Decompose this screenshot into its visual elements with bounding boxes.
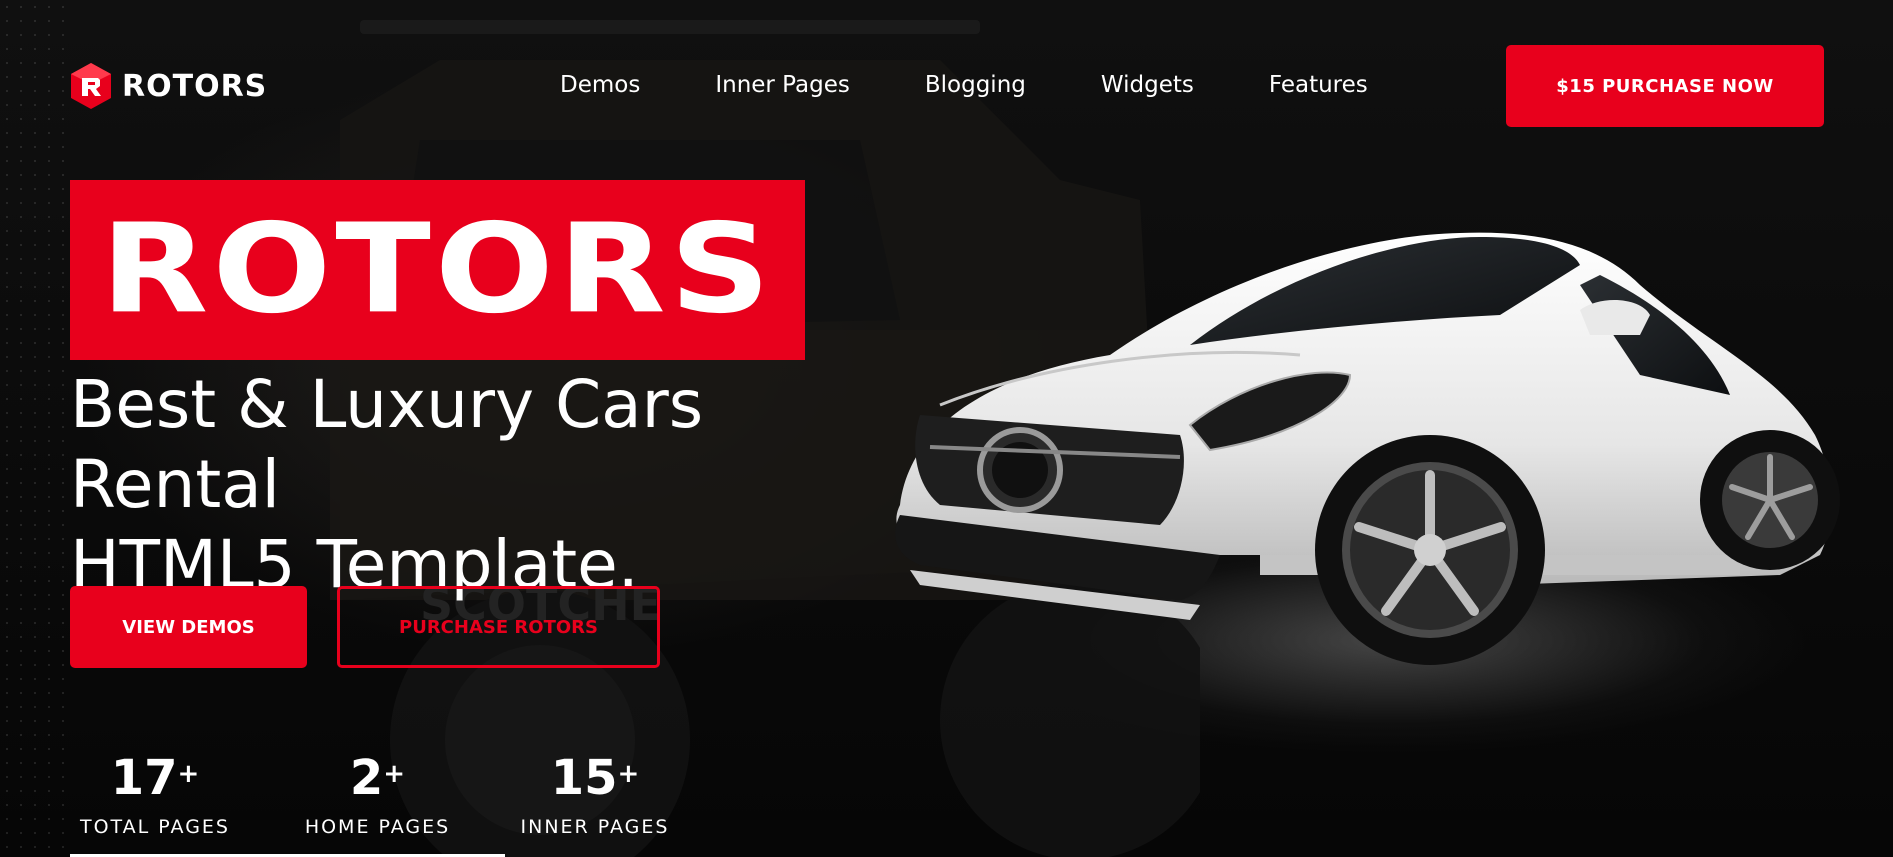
hero-car-image [895, 232, 1840, 665]
purchase-rotors-button[interactable]: PURCHASE ROTORS [337, 586, 660, 668]
site-logo[interactable]: ROTORS [70, 62, 267, 110]
nav-item-blogging[interactable]: Blogging [925, 72, 1026, 98]
main-nav: Demos Inner Pages Blogging Widgets Featu… [560, 72, 1368, 98]
stat-plus: + [617, 759, 640, 789]
stats-row: 17+ TOTAL PAGES 2+ HOME PAGES 15+ INNER … [70, 752, 735, 838]
nav-item-features[interactable]: Features [1269, 72, 1368, 98]
hero-title-box: ROTORS [70, 180, 805, 360]
stat-inner-pages: 15+ INNER PAGES [515, 752, 675, 838]
nav-item-widgets[interactable]: Widgets [1101, 72, 1194, 98]
view-demos-button[interactable]: VIEW DEMOS [70, 586, 307, 668]
nav-item-inner-pages[interactable]: Inner Pages [715, 72, 850, 98]
stat-value: 2 [349, 750, 384, 806]
logo-text: ROTORS [122, 68, 268, 104]
stat-home-pages: 2+ HOME PAGES [300, 752, 455, 838]
hero-subtitle: Best & Luxury Cars Rental HTML5 Template… [70, 365, 890, 605]
nav-item-demos[interactable]: Demos [560, 72, 640, 98]
purchase-now-button[interactable]: $15 PURCHASE NOW [1506, 45, 1824, 127]
stat-value: 15 [550, 750, 618, 806]
stat-total-pages: 17+ TOTAL PAGES [70, 752, 240, 838]
stat-label: INNER PAGES [520, 816, 670, 838]
rotors-hexagon-logo-icon [71, 63, 111, 109]
stat-plus: + [177, 759, 200, 789]
stat-label: HOME PAGES [304, 816, 451, 838]
stat-plus: + [383, 759, 406, 789]
dot-pattern [0, 0, 70, 857]
stat-value: 17 [110, 750, 178, 806]
stat-label: TOTAL PAGES [79, 816, 230, 838]
hero-subtitle-line-1: Best & Luxury Cars Rental [70, 366, 704, 523]
hero-title: ROTORS [100, 197, 775, 342]
